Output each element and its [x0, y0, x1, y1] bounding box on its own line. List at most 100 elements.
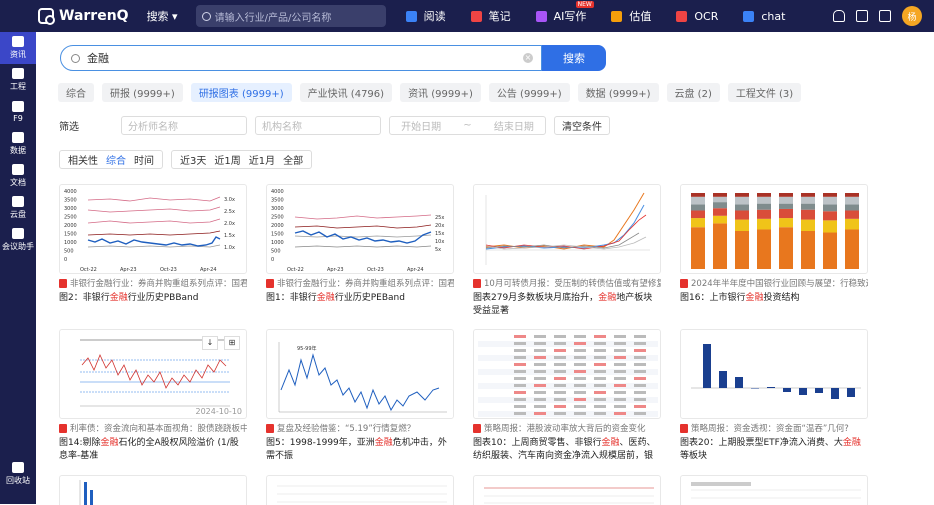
nav-book[interactable]: 阅读: [405, 8, 446, 24]
clear-filter-button[interactable]: 清空条件: [554, 116, 610, 135]
sidebar-item-meeting[interactable]: 会议助手: [0, 224, 36, 256]
sidebar-item-doc[interactable]: 文档: [0, 160, 36, 192]
clear-icon[interactable]: ×: [523, 53, 533, 63]
tab-1[interactable]: 研报 (9999+): [102, 83, 183, 102]
stack-segment: [823, 232, 837, 269]
chart-card[interactable]: 10月可转债月报：受压制的转债估值或有望修复图表279月多数板块月底抬升，金融地…: [473, 184, 661, 318]
nav-chat[interactable]: chat: [743, 8, 785, 24]
sidebar-item-layers[interactable]: F9: [0, 96, 36, 128]
stack-segment: [801, 196, 815, 204]
tab-5[interactable]: 公告 (9999+): [488, 83, 570, 102]
checklist-icon[interactable]: [856, 10, 868, 22]
card-source[interactable]: 利率债：资金流向和基本面视角：股债跷跷板中…: [59, 422, 247, 434]
nav-note[interactable]: 笔记: [470, 8, 511, 24]
chart-thumbnail[interactable]: [680, 329, 868, 419]
sidebar-item-news[interactable]: 资讯: [0, 32, 36, 64]
card-title[interactable]: 图表279月多数板块月底抬升，金融地产板块受益显著: [473, 292, 661, 318]
table-cell: [534, 370, 546, 373]
y-tick-label: 500: [271, 249, 281, 255]
chart-thumbnail[interactable]: ↓ ⊞ 2024-10-10: [59, 329, 247, 419]
app-logo[interactable]: WarrenQ: [38, 8, 129, 25]
sort-option[interactable]: 时间: [130, 152, 158, 167]
card-source[interactable]: 策略周报：港股波动率放大背后的资金变化: [473, 422, 661, 434]
card-source-text: 非银行金融行业：券商并购重组系列点评：国君&...: [277, 279, 454, 289]
tab-4[interactable]: 资讯 (9999+): [400, 83, 481, 102]
table-cell: [534, 398, 546, 401]
chart-thumbnail-partial[interactable]: [59, 475, 247, 505]
nav-ocr[interactable]: OCR: [676, 8, 718, 24]
tab-6[interactable]: 数据 (9999+): [577, 83, 659, 102]
bookmark-icon[interactable]: [879, 10, 891, 22]
chart-thumbnail-partial[interactable]: [266, 475, 454, 505]
card-title[interactable]: 图表20：上期股票型ETF净流入消费、大金融等板块: [680, 437, 868, 463]
pe-band-chart: 4000 3500 3000 2500 2000 1500 1000 500 0 Oct-22 Ap…: [271, 189, 444, 273]
analyst-input[interactable]: 分析师名称: [121, 116, 247, 135]
download-icon[interactable]: ↓: [202, 336, 218, 350]
chart-card[interactable]: 4000 3500 3000 2500 2000 1500 1000 500 0 Oct-22 Ap…: [59, 184, 247, 305]
sidebar-item-cloud[interactable]: 云盘: [0, 192, 36, 224]
period-option[interactable]: 全部: [279, 152, 307, 167]
chart-thumbnail-partial[interactable]: [473, 475, 661, 505]
chart-card[interactable]: 4000 3500 3000 2500 2000 1500 1000 500 0 Oct-22 Ap…: [266, 184, 454, 305]
card-title[interactable]: 图2：非银行金融行业历史PBBand: [59, 292, 247, 305]
sidebar-item-data[interactable]: 数据: [0, 128, 36, 160]
chart-card[interactable]: 2024年半年度中国银行业回顾与展望：行稳致远 风... 图16：上市银行金融投资…: [680, 184, 868, 305]
nav-valuation[interactable]: 估值: [611, 8, 651, 24]
avatar[interactable]: 杨: [902, 6, 922, 26]
card-source[interactable]: 10月可转债月报：受压制的转债估值或有望修复: [473, 277, 661, 289]
chart-thumbnail[interactable]: 4000 3500 3000 2500 2000 1500 1000 500 0 Oct-22 Ap…: [59, 184, 247, 274]
period-option[interactable]: 近3天: [176, 152, 210, 167]
card-title[interactable]: 图5：1998-1999年，亚洲金融危机冲击，外需不振: [266, 437, 454, 463]
date-range-input[interactable]: 开始日期 ~ 结束日期: [389, 116, 546, 135]
save-folder-icon[interactable]: ⊞: [224, 336, 240, 350]
sidebar-item-folder[interactable]: 工程: [0, 64, 36, 96]
card-source[interactable]: 复盘及经验借鉴：“5.19”行情复燃？: [266, 422, 454, 434]
y-tick-label: 3000: [64, 206, 77, 212]
global-search-input[interactable]: 请输入行业/产品/公司名称: [195, 5, 386, 27]
search-menu[interactable]: 搜索 ▾: [147, 8, 178, 24]
band-label: 1.5x: [224, 233, 235, 239]
chart-thumbnail-partial[interactable]: [680, 475, 868, 505]
card-title[interactable]: 图表10：上周商贸零售、非银行金融、医药、纺织服装、汽车南向资金净流入规模居前，…: [473, 437, 661, 463]
chart-thumbnail[interactable]: [680, 184, 868, 274]
flow-bar: [815, 388, 823, 393]
search-button[interactable]: 搜索: [542, 45, 606, 71]
chart-card[interactable]: ↓ ⊞ 2024-10-10 利率债：资金流向和基本面视角：股债跷跷板中… 图14…: [59, 329, 247, 463]
chart-card[interactable]: 95-99年 复盘及经验借鉴：“5.19”行情复燃？ 图5：1998-1999年，…: [266, 329, 454, 463]
table-cell: [594, 384, 606, 387]
chart-thumbnail[interactable]: 4000 3500 3000 2500 2000 1500 1000 500 0 Oct-22 Ap…: [266, 184, 454, 274]
card-title[interactable]: 图1：非银行金融行业历史PEBand: [266, 292, 454, 305]
card-title[interactable]: 图14:剔除金融石化的全A股权风险溢价 (1/股息率-基准: [59, 437, 247, 463]
bell-icon[interactable]: [833, 10, 845, 22]
tab-2[interactable]: 研报图表 (9999+): [190, 83, 292, 102]
sort-option[interactable]: 相关性: [64, 152, 102, 167]
chart-thumbnail[interactable]: [473, 329, 661, 419]
card-source[interactable]: 非银行金融行业：券商并购重组系列点评：国君&...: [59, 277, 247, 289]
chart-thumbnail[interactable]: [473, 184, 661, 274]
period-option[interactable]: 近1月: [245, 152, 279, 167]
chart-card[interactable]: 策略周报：港股波动率放大背后的资金变化图表10：上周商贸零售、非银行金融、医药、…: [473, 329, 661, 463]
tab-8[interactable]: 工程文件 (3): [727, 83, 802, 102]
card-title[interactable]: 图16：上市银行金融投资结构: [680, 292, 868, 305]
hover-actions: ↓ ⊞: [196, 336, 240, 350]
multi-line-chart: [485, 192, 650, 265]
chart-thumbnail[interactable]: 95-99年: [266, 329, 454, 419]
search-input[interactable]: 金融 ×: [60, 45, 542, 71]
card-source[interactable]: 2024年半年度中国银行业回顾与展望：行稳致远 风...: [680, 277, 868, 289]
sidebar-item-trash[interactable]: 回收站: [0, 458, 36, 490]
table-cell: [594, 335, 606, 338]
table-row: [478, 376, 658, 382]
card-source[interactable]: 非银行金融行业：券商并购重组系列点评：国君&...: [266, 277, 454, 289]
tab-7[interactable]: 云盘 (2): [666, 83, 720, 102]
sort-option[interactable]: 综合: [102, 152, 130, 167]
tab-0[interactable]: 综合: [58, 83, 94, 102]
tab-3[interactable]: 产业快讯 (4796): [299, 83, 393, 102]
card-source[interactable]: 策略周报：资金透视：资金面“温吞”几何?: [680, 422, 868, 434]
nav-ai[interactable]: AI写作 NEW: [535, 1, 594, 24]
chart-card[interactable]: 策略周报：资金透视：资金面“温吞”几何? 图表20：上期股票型ETF净流入消费、大…: [680, 329, 868, 463]
org-input[interactable]: 机构名称: [255, 116, 381, 135]
table-row: [478, 404, 658, 410]
period-option[interactable]: 近1周: [210, 152, 244, 167]
x-tick-label: Oct-22: [80, 267, 97, 273]
table-cell: [594, 363, 606, 366]
